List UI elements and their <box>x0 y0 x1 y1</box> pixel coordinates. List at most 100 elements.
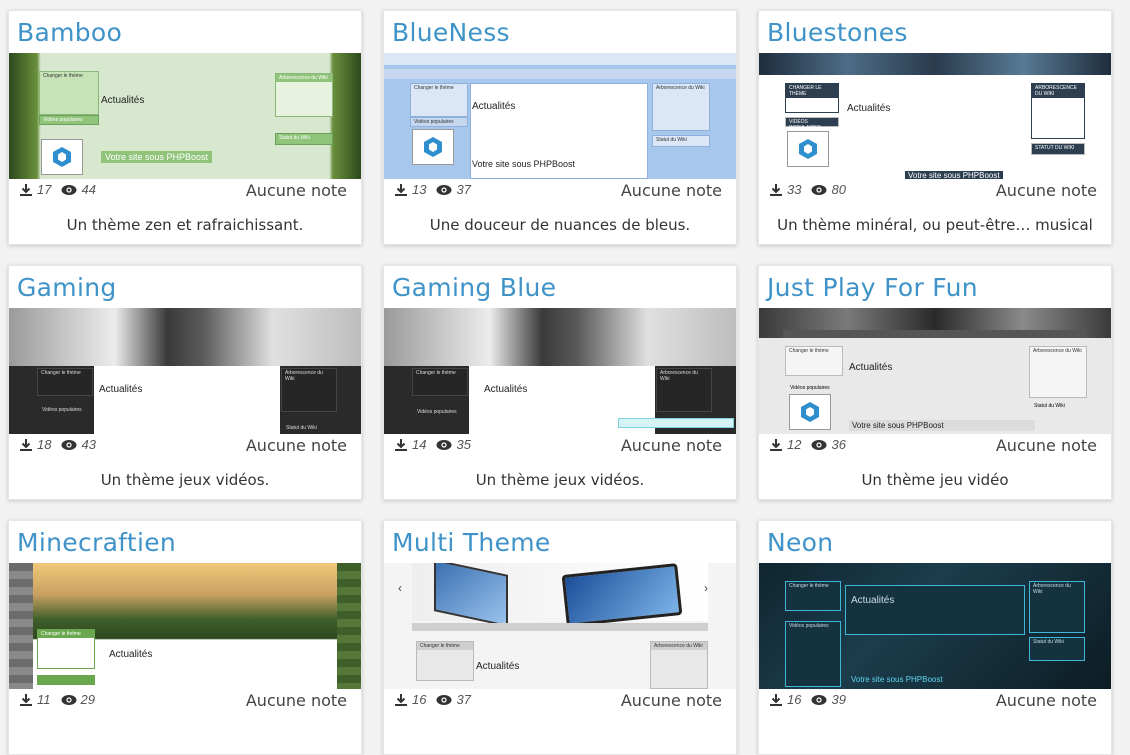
theme-title[interactable]: Bamboo <box>17 18 122 47</box>
mini-right-title2: Statut du Wiki <box>286 425 317 431</box>
theme-preview-image[interactable]: Changer le thème Vidéos populaires Actua… <box>759 563 1111 689</box>
theme-card-gaming[interactable]: Gaming Changer le thème Vidéos populaire… <box>8 265 362 500</box>
theme-stats: 33 80 <box>769 182 846 197</box>
theme-stats: 18 43 <box>19 437 96 452</box>
download-icon <box>395 183 407 196</box>
eye-icon <box>61 439 77 450</box>
mini-right-title: Arborescence du Wiki <box>656 85 705 91</box>
download-icon <box>20 183 32 196</box>
download-icon <box>20 693 32 706</box>
mini-left-title: Changer le thème <box>41 370 81 376</box>
theme-rating: Aucune note <box>995 436 1097 455</box>
mini-right-title2: Statut du Wiki <box>1034 403 1065 409</box>
theme-title[interactable]: BlueNess <box>392 18 510 47</box>
theme-preview-image[interactable]: Changer le thème Vidéos populaires Actua… <box>384 308 736 434</box>
theme-preview-image[interactable]: Changer le thème Vidéos populaires Actua… <box>384 53 736 179</box>
view-count: 43 <box>81 437 96 452</box>
mini-site-banner: Votre site sous PHPBoost <box>472 159 576 169</box>
download-count: 16 <box>412 692 427 707</box>
eye-icon <box>61 694 76 705</box>
mini-page-title: Actualités <box>99 384 143 395</box>
eye-icon <box>436 439 452 450</box>
mini-page-title: Actualités <box>851 595 895 606</box>
theme-card-gaming-blue[interactable]: Gaming Blue Changer le thème Vidéos popu… <box>383 265 737 500</box>
theme-description: Un thème jeux vidéos. <box>475 471 645 489</box>
theme-stats: 17 44 <box>19 182 96 197</box>
mini-right-title2: Statut du Wiki <box>279 135 310 141</box>
theme-preview-image[interactable]: Changer le thème Vidéos populaires Actua… <box>9 53 361 179</box>
mini-page-title: Actualités <box>101 95 145 106</box>
eye-icon <box>811 184 827 195</box>
mini-left-title: Changer le thème <box>789 583 829 589</box>
download-count: 18 <box>37 437 52 452</box>
mini-left-title: Changer le thème <box>38 630 94 638</box>
mini-site-banner: Votre site sous PHPBoost <box>851 675 943 684</box>
theme-preview-image[interactable]: Changer le thème Vidéos populaires Actua… <box>9 308 361 434</box>
mini-left-title2: Vidéos populaires <box>789 623 829 629</box>
theme-rating: Aucune note <box>620 181 722 200</box>
download-icon <box>395 438 407 451</box>
eye-icon <box>811 439 827 450</box>
download-count: 12 <box>787 437 802 452</box>
theme-stats: 13 37 <box>394 182 471 197</box>
download-icon <box>770 438 782 451</box>
theme-title[interactable]: Multi Theme <box>392 528 551 557</box>
theme-rating: Aucune note <box>995 181 1097 200</box>
theme-rating: Aucune note <box>245 181 347 200</box>
theme-card-bamboo[interactable]: Bamboo Changer le thème Vidéos populaire… <box>8 10 362 245</box>
view-count: 35 <box>456 437 471 452</box>
theme-card-minecraftien[interactable]: Minecraftien Changer le thème Actualités… <box>8 520 362 755</box>
theme-card-blueness[interactable]: BlueNess Changer le thème Vidéos populai… <box>383 10 737 245</box>
mini-left-title: Changer le thème <box>417 642 473 650</box>
mini-left-title2: Vidéos populaires <box>43 117 83 123</box>
theme-preview-image[interactable]: Changer le thème Actualités <box>9 563 361 689</box>
theme-preview-image[interactable]: ‹ › Changer le thème Actualités Arboresc… <box>384 563 736 689</box>
theme-card-just-play-for-fun[interactable]: Just Play For Fun Changer le thème Vidéo… <box>758 265 1112 500</box>
theme-description: Un thème minéral, ou peut-être… musical <box>777 216 1093 234</box>
theme-title[interactable]: Minecraftien <box>17 528 176 557</box>
download-icon <box>395 693 407 706</box>
mini-left-title2: Vidéos populaires <box>417 409 457 415</box>
theme-card-multi-theme[interactable]: Multi Theme ‹ › Changer le thème Actuali… <box>383 520 737 755</box>
download-count: 33 <box>787 182 802 197</box>
mini-left-title: Changer le thème <box>43 73 83 79</box>
mini-right-title: Arborescence du Wiki <box>660 370 698 382</box>
theme-title[interactable]: Bluestones <box>767 18 908 47</box>
mini-page-title: Actualités <box>476 661 520 672</box>
download-count: 16 <box>787 692 802 707</box>
eye-icon <box>811 694 827 705</box>
mini-page-title: Actualités <box>109 649 153 660</box>
theme-rating: Aucune note <box>620 691 722 710</box>
theme-rating: Aucune note <box>245 436 347 455</box>
view-count: 36 <box>831 437 846 452</box>
theme-description: Un thème jeux vidéos. <box>100 471 270 489</box>
mini-right-title: ARBORESCENCE DU WIKI <box>1032 84 1084 98</box>
mini-right-title: Arborescence du Wiki <box>285 370 323 382</box>
theme-stats: 16 39 <box>769 692 846 707</box>
view-count: 39 <box>831 692 846 707</box>
theme-card-bluestones[interactable]: Bluestones CHANGER LE THÈME VIDÉOS POPUL… <box>758 10 1112 245</box>
theme-title[interactable]: Just Play For Fun <box>767 273 978 302</box>
download-icon <box>20 438 32 451</box>
mini-site-banner: Votre site sous PHPBoost <box>101 151 213 163</box>
phpboost-logo-icon <box>789 394 831 430</box>
carousel-next-icon[interactable]: › <box>704 581 708 595</box>
theme-preview-image[interactable]: CHANGER LE THÈME VIDÉOS POPULAIRES Actua… <box>759 53 1111 179</box>
theme-title[interactable]: Gaming <box>17 273 117 302</box>
theme-title[interactable]: Neon <box>767 528 833 557</box>
download-count: 11 <box>37 692 51 707</box>
theme-stats: 11 29 <box>19 692 95 707</box>
mini-left-title2: VIDÉOS POPULAIRES <box>789 119 821 131</box>
mini-right-title2: Statut du Wiki <box>1033 639 1064 645</box>
carousel-prev-icon[interactable]: ‹ <box>398 581 402 595</box>
theme-description: Un thème zen et rafraichissant. <box>66 216 304 234</box>
eye-icon <box>61 184 77 195</box>
mini-site-banner: Votre site sous PHPBoost <box>905 171 1003 179</box>
download-icon <box>770 693 782 706</box>
theme-card-neon[interactable]: Neon Changer le thème Vidéos populaires … <box>758 520 1112 755</box>
theme-description: Une douceur de nuances de bleus. <box>429 216 691 234</box>
phpboost-logo-icon <box>41 139 83 175</box>
mini-left-title: Changer le thème <box>789 348 829 354</box>
theme-preview-image[interactable]: Changer le thème Vidéos populaires Actua… <box>759 308 1111 434</box>
theme-title[interactable]: Gaming Blue <box>392 273 556 302</box>
